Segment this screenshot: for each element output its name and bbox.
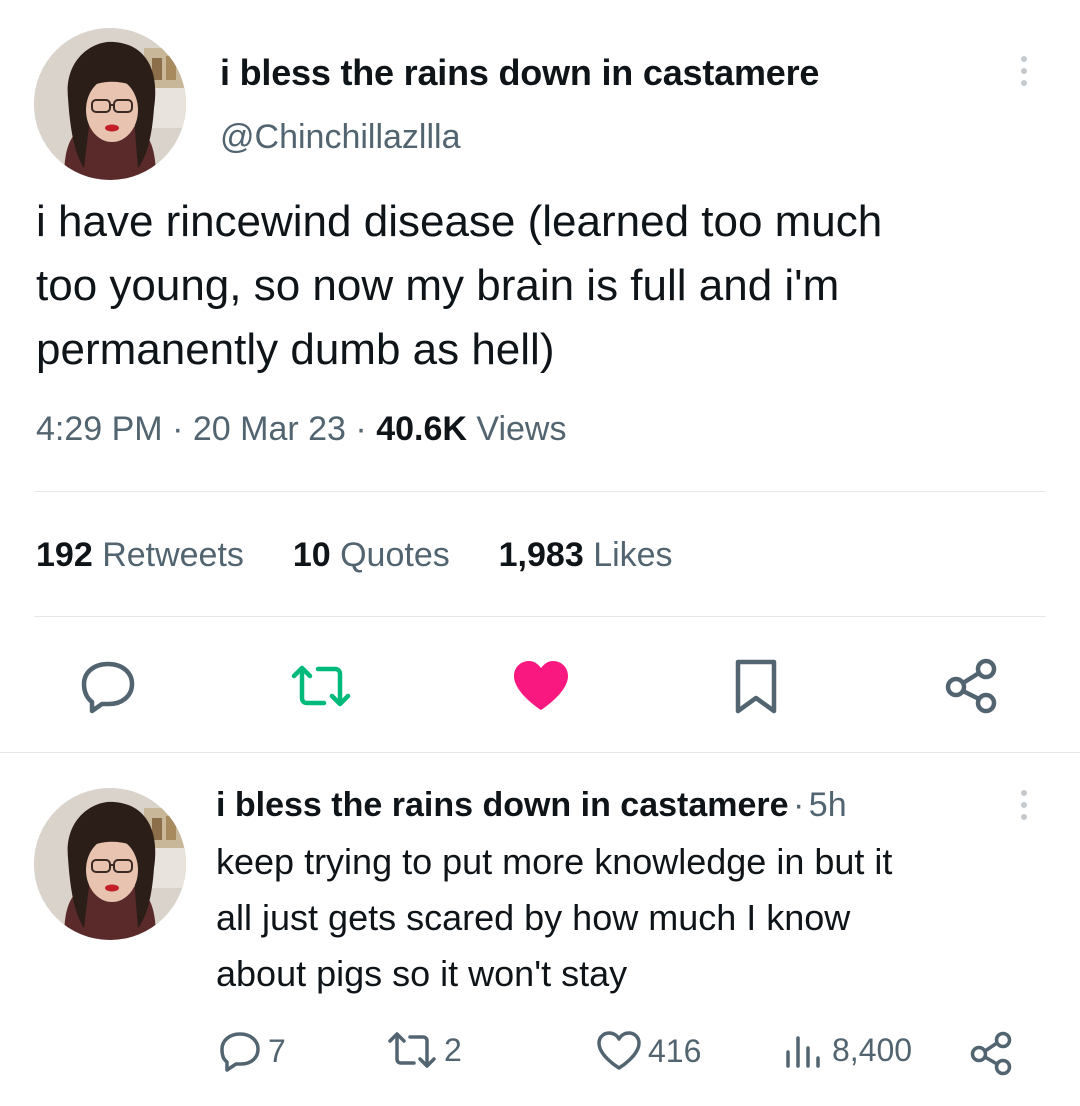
more-options-icon[interactable] (1018, 56, 1030, 86)
meta-separator: · (355, 410, 367, 448)
reply-header: i bless the rains down in castamere · 5h (216, 786, 847, 825)
reply-text: keep trying to put more knowledge in but… (216, 834, 1036, 1002)
reply-icon (220, 1032, 260, 1072)
quotes-label: Quotes (340, 536, 450, 574)
reply-icon[interactable] (78, 658, 138, 714)
author-display-name[interactable]: i bless the rains down in castamere (220, 52, 819, 94)
analytics-icon (786, 1036, 820, 1068)
reply-count: 7 (268, 1032, 286, 1069)
retweets-label: Retweets (102, 536, 244, 574)
reply-timestamp[interactable]: 5h (809, 786, 847, 824)
reply-more-options-icon[interactable] (1018, 790, 1030, 820)
retweet-icon (388, 1032, 436, 1068)
like-count: 416 (648, 1032, 702, 1069)
views-count: 40.6K (376, 410, 467, 448)
reply-share-icon[interactable] (968, 1030, 1014, 1076)
views-label: Views (476, 410, 567, 448)
avatar-photo (34, 28, 186, 180)
tweet-text-line: i have rincewind disease (learned too mu… (36, 197, 883, 246)
like-icon (597, 1031, 641, 1070)
retweet-icon[interactable] (288, 662, 354, 710)
reply-retweets-action[interactable]: 2 (386, 1030, 462, 1070)
quotes-count: 10 (292, 536, 331, 574)
reply-author-avatar[interactable] (34, 788, 186, 940)
likes-stat[interactable]: 1,983 Likes (499, 536, 673, 574)
quotes-stat[interactable]: 10 Quotes (293, 536, 450, 574)
reply-text-line: keep trying to put more knowledge in but… (216, 841, 893, 882)
bookmark-icon[interactable] (732, 658, 780, 716)
avatar-photo (34, 788, 186, 940)
divider (0, 752, 1080, 753)
retweets-stat[interactable]: 192 Retweets (36, 536, 244, 574)
reply-replies-action[interactable]: 7 (218, 1030, 286, 1072)
retweets-count: 192 (36, 536, 93, 574)
author-handle[interactable]: @Chinchillazllla (220, 118, 461, 157)
meta-separator: · (172, 410, 184, 448)
tweet-text-line: too young, so now my brain is full and i… (36, 261, 840, 310)
retweet-count: 2 (444, 1031, 462, 1068)
reply-separator: · (793, 786, 805, 824)
tweet-text: i have rincewind disease (learned too mu… (36, 190, 1046, 382)
views-count: 8,400 (832, 1031, 913, 1068)
divider (34, 616, 1046, 617)
reply-likes-action[interactable]: 416 (596, 1030, 701, 1072)
likes-count: 1,983 (498, 536, 584, 574)
reply-text-line: about pigs so it won't stay (216, 953, 628, 994)
tweet-meta: 4:29 PM · 20 Mar 23 · 40.6K Views (36, 410, 566, 449)
tweet-text-line: permanently dumb as hell) (36, 325, 555, 374)
divider (34, 491, 1046, 492)
author-avatar[interactable] (34, 28, 186, 180)
tweet-date[interactable]: 20 Mar 23 (193, 410, 346, 448)
likes-label: Likes (593, 536, 673, 574)
reply-display-name[interactable]: i bless the rains down in castamere (216, 786, 789, 824)
stats-row: 192 Retweets 10 Quotes 1,983 Likes (36, 536, 673, 575)
like-icon[interactable] (512, 660, 570, 712)
share-icon[interactable] (942, 656, 1000, 716)
reply-text-line: all just gets scared by how much I know (216, 897, 851, 938)
reply-views-action[interactable]: 8,400 (782, 1030, 912, 1070)
tweet-time[interactable]: 4:29 PM (36, 410, 163, 448)
